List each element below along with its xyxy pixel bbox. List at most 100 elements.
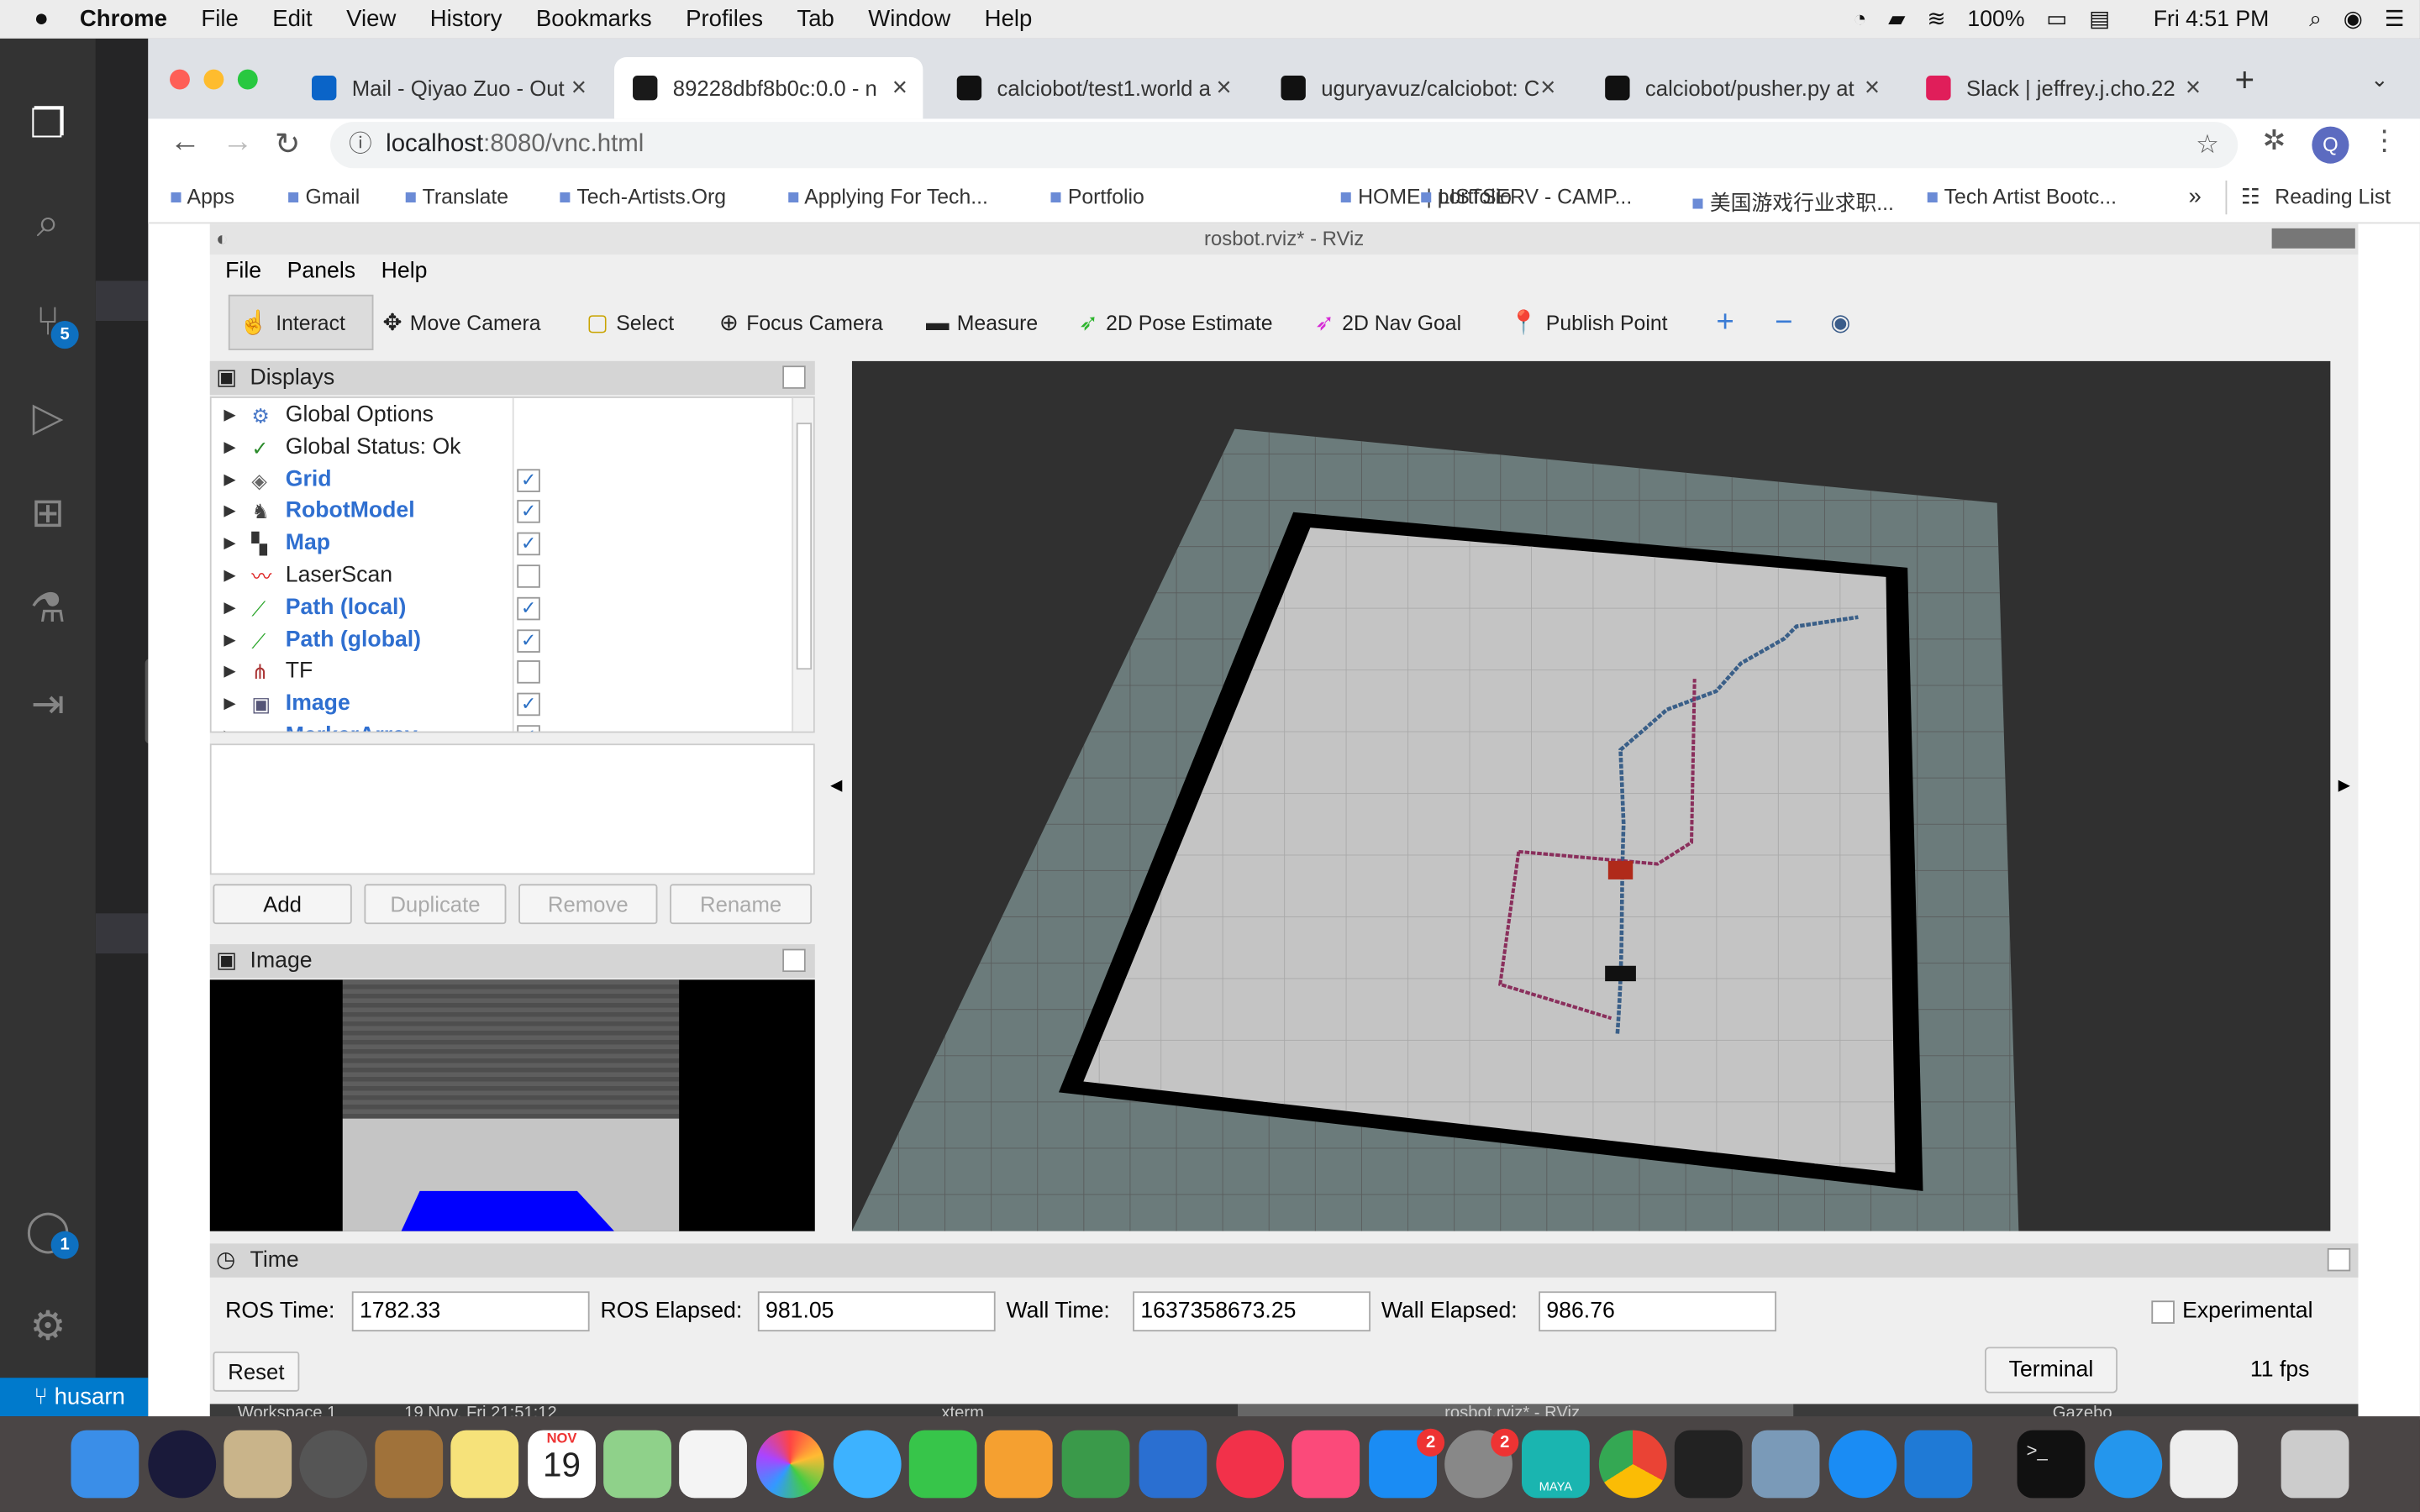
display-enabled-checkbox[interactable]: ✓ [517, 596, 540, 620]
bookmark-item[interactable]: ■ Translate [404, 185, 508, 208]
control-center-icon[interactable]: ☰ [2385, 7, 2405, 31]
remote-explorer-icon[interactable]: ⇥ [22, 677, 74, 729]
safari-icon[interactable] [1828, 1430, 1897, 1499]
display-row[interactable]: ▶ 〰 LaserScan [212, 560, 792, 593]
display-row[interactable]: ▶ ⋔ TF [212, 656, 792, 689]
maya-icon[interactable]: MAYA [1521, 1430, 1590, 1499]
ros-time-field[interactable]: 1782.33 [351, 1291, 590, 1332]
settings-gear-icon[interactable]: ⚙ [22, 1299, 74, 1352]
reading-list-button[interactable]: Reading List [2275, 185, 2391, 208]
expand-arrow-icon[interactable]: ▶ [224, 560, 235, 593]
close-tab-icon[interactable]: × [571, 72, 587, 103]
close-tab-icon[interactable]: × [1216, 72, 1231, 103]
messages-icon[interactable] [833, 1430, 902, 1499]
wall-time-field[interactable]: 1637358673.25 [1133, 1291, 1370, 1332]
left-dock-collapse[interactable]: ◀ [824, 361, 846, 1231]
tool-measure[interactable]: ▬ Measure [926, 295, 1038, 350]
run-debug-icon[interactable]: ▷ [22, 391, 74, 443]
duplicate-display-button[interactable]: Duplicate [364, 884, 507, 925]
menu-help[interactable]: Help [985, 6, 1033, 32]
tool-publish-point[interactable]: 📍 Publish Point [1509, 295, 1667, 350]
expand-arrow-icon[interactable]: ▶ [224, 528, 235, 560]
reading-list-icon[interactable]: ☷ [2241, 184, 2260, 210]
menu-view[interactable]: View [346, 6, 396, 32]
display-row[interactable]: ▶ ◈ Grid ✓ [212, 464, 792, 496]
image-float-toggle[interactable] [782, 948, 806, 973]
tool-pose-estimate[interactable]: ➶ 2D Pose Estimate [1079, 295, 1273, 350]
add-display-button[interactable]: Add [213, 884, 352, 925]
view-eye-icon[interactable]: ◉ [1830, 295, 1850, 350]
remove-tool-button[interactable]: − [1775, 295, 1792, 350]
bookmark-item[interactable]: ■ Gmail [287, 185, 360, 208]
menu-app-name[interactable]: Chrome [80, 6, 167, 32]
wifi-icon[interactable]: ≋ [1927, 7, 1945, 31]
music-icon[interactable] [1292, 1430, 1360, 1499]
menu-profiles[interactable]: Profiles [686, 6, 763, 32]
finder-icon[interactable] [71, 1430, 139, 1499]
rviz-menu-panels[interactable]: Panels [287, 260, 355, 284]
display-row[interactable]: ▶ ✓ Global Status: Ok [212, 432, 792, 465]
extensions-icon[interactable]: ⊞ [22, 486, 74, 538]
expand-arrow-icon[interactable]: ▶ [224, 656, 235, 689]
display-row[interactable]: ▶ ▣ Image ✓ [212, 689, 792, 722]
display-row[interactable]: ▶ ⟋ Path (local) ✓ [212, 592, 792, 625]
zoom-window-button[interactable] [237, 69, 258, 90]
vscode-status-remote[interactable]: ⑂ husarn [0, 1378, 149, 1417]
contacts-icon[interactable] [375, 1430, 444, 1499]
expand-arrow-icon[interactable]: ▶ [224, 721, 235, 732]
keynote-icon[interactable] [1139, 1430, 1207, 1499]
rviz-3d-viewport[interactable] [851, 360, 2331, 1231]
facetime-icon[interactable] [908, 1430, 977, 1499]
unity-icon[interactable] [1674, 1430, 1743, 1499]
numbers-icon[interactable] [1061, 1430, 1130, 1499]
display-enabled-checkbox[interactable]: ✓ [517, 468, 540, 492]
display-enabled-checkbox[interactable]: ✓ [517, 500, 540, 524]
apple-icon[interactable]: ● [34, 5, 49, 33]
spotlight-search-icon[interactable]: ⌕ [2309, 7, 2322, 31]
battery-icon[interactable]: ▭ [2046, 7, 2067, 31]
tool-nav-goal[interactable]: ➶ 2D Nav Goal [1315, 295, 1461, 350]
bookmark-item[interactable]: ■ Tech-Artists.Org [559, 185, 726, 208]
address-bar[interactable]: ⓘ localhost:8080/vnc.html ☆ [330, 122, 2238, 169]
terminal-dock-icon[interactable]: >_ [2017, 1430, 2086, 1499]
browser-tab[interactable]: Mail - Qiyao Zuo - Out × [293, 57, 602, 118]
displays-float-toggle[interactable] [782, 365, 806, 389]
reload-button[interactable]: ↻ [275, 125, 301, 164]
expand-arrow-icon[interactable]: ▶ [224, 400, 235, 433]
display-enabled-checkbox[interactable]: ✓ [517, 693, 540, 717]
close-window-button[interactable] [170, 69, 190, 90]
close-tab-icon[interactable]: × [1540, 72, 1555, 103]
browser-tab[interactable]: calciobot/pusher.py at × [1586, 57, 1895, 118]
tool-move-camera[interactable]: ✥ Move Camera [383, 295, 541, 350]
bookmark-item[interactable]: ■ Tech Artist Bootc... [1926, 185, 2117, 208]
news-icon[interactable] [1216, 1430, 1285, 1499]
ros-elapsed-field[interactable]: 981.05 [757, 1291, 996, 1332]
display-enabled-checkbox[interactable]: ✓ [517, 628, 540, 653]
menu-bookmarks[interactable]: Bookmarks [536, 6, 652, 32]
display-row[interactable]: ▶ ⟋ Path (global) ✓ [212, 624, 792, 657]
vscode-dock-icon[interactable] [1904, 1430, 1973, 1499]
display-row[interactable]: ▶ ♞ RobotModel ✓ [212, 496, 792, 528]
minimize-window-button[interactable] [203, 69, 224, 90]
menu-edit[interactable]: Edit [272, 6, 312, 32]
bookmark-star-icon[interactable]: ☆ [2196, 122, 2219, 168]
expand-arrow-icon[interactable]: ▶ [224, 689, 235, 722]
trash-icon[interactable] [2281, 1430, 2349, 1499]
image-capture-icon[interactable] [1751, 1430, 1820, 1499]
docker-icon[interactable] [2094, 1430, 2163, 1499]
back-button[interactable]: ← [170, 125, 201, 160]
input-flag-icon[interactable]: ▤ [2089, 7, 2110, 31]
bookmark-item[interactable]: ■ 美国游戏行业求职... [1691, 185, 1894, 216]
displays-scrollbar-thumb[interactable] [796, 423, 813, 670]
browser-tab[interactable]: 89228dbf8b0c:0.0 - n × [614, 56, 923, 119]
rviz-menu-file[interactable]: File [225, 260, 261, 284]
displays-scrollbar[interactable] [792, 397, 813, 732]
wall-elapsed-field[interactable]: 986.76 [1539, 1291, 1777, 1332]
tool-interact[interactable]: ☝ Interact [228, 294, 374, 350]
display-enabled-checkbox[interactable] [517, 564, 540, 588]
messages-status-icon[interactable]: ▰ [1888, 7, 1905, 31]
tab-search-chevron-icon[interactable]: ⌄ [2370, 66, 2389, 92]
menu-tab[interactable]: Tab [797, 6, 834, 32]
display-row[interactable]: ▶ ▚ Map ✓ [212, 528, 792, 560]
chrome-dock-icon[interactable] [1598, 1430, 1667, 1499]
